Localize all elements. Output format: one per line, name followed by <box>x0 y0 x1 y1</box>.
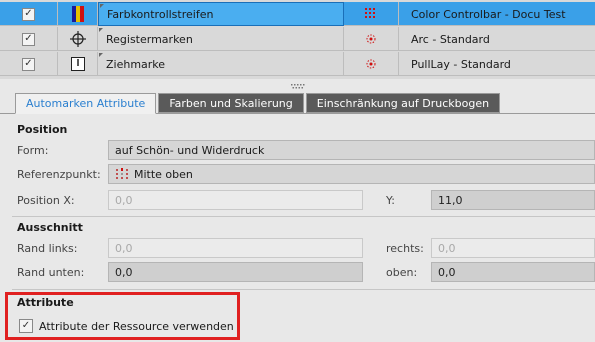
mark-resource: Arc - Standard <box>411 32 490 46</box>
tab-einschraenkung-auf-druckbogen[interactable]: Einschränkung auf Druckbogen <box>305 93 501 113</box>
row-preview-cell <box>344 52 399 76</box>
pull-lay-icon <box>69 55 87 73</box>
row-resource-cell: Arc - Standard <box>399 27 595 51</box>
table-row-ziehmarke[interactable]: ✓ Ziehmarke PullLay - Standard <box>0 52 595 76</box>
mark-name: Ziehmarke <box>106 57 166 71</box>
reference-point-icon <box>116 168 128 179</box>
tab-bar: Automarken Attribute Farben und Skalieru… <box>15 93 502 114</box>
margin-top-input[interactable]: 0,0 <box>431 262 595 282</box>
highlight-box <box>5 292 240 340</box>
margin-top-value: 0,0 <box>438 265 456 279</box>
form-value: auf Schön- und Widerdruck <box>115 143 265 157</box>
row-preview-cell <box>344 2 399 26</box>
form-select[interactable]: auf Schön- und Widerdruck <box>108 140 595 160</box>
red-dot-icon <box>366 34 376 44</box>
margin-left-label: Rand links: <box>17 242 78 255</box>
margin-bottom-input[interactable]: 0,0 <box>108 262 363 282</box>
row-name-cell[interactable]: Registermarken <box>98 27 344 51</box>
margin-right-value: 0,0 <box>438 241 456 255</box>
margin-bottom-label: Rand unten: <box>17 266 85 279</box>
margin-bottom-value: 0,0 <box>115 265 133 279</box>
margin-left-value: 0,0 <box>115 241 133 255</box>
cutout-heading: Ausschnitt <box>17 221 83 234</box>
section-divider <box>12 289 595 290</box>
row-checkbox-cell: ✓ <box>0 52 58 76</box>
red-dot-icon <box>366 59 376 69</box>
reference-point-label: Referenzpunkt: <box>17 168 101 181</box>
row-enabled-checkbox[interactable]: ✓ <box>22 7 35 21</box>
position-y-value: 11,0 <box>438 193 463 207</box>
color-bar-icon <box>69 5 87 23</box>
table-row-registermarken[interactable]: ✓ Registermarken Arc - Standard <box>0 27 595 51</box>
margin-left-input[interactable]: 0,0 <box>108 238 363 258</box>
position-x-input[interactable]: 0,0 <box>108 190 363 210</box>
margin-right-label: rechts: <box>386 242 424 255</box>
mark-resource: Color Controlbar - Docu Test <box>411 7 566 21</box>
mark-name: Farbkontrollstreifen <box>107 7 214 21</box>
tab-automarken-attribute[interactable]: Automarken Attribute <box>15 93 157 114</box>
position-heading: Position <box>17 123 68 136</box>
crosshair-icon <box>69 30 87 48</box>
mark-name: Registermarken <box>106 32 193 46</box>
row-icon-cell <box>58 27 98 51</box>
position-y-input[interactable]: 11,0 <box>431 190 595 210</box>
row-enabled-checkbox[interactable]: ✓ <box>22 32 35 46</box>
row-checkbox-cell: ✓ <box>0 2 58 26</box>
row-icon-cell <box>58 52 98 76</box>
reference-point-value: Mitte oben <box>134 167 193 181</box>
section-divider <box>12 216 595 217</box>
position-x-value: 0,0 <box>115 193 133 207</box>
table-row-farbkontrollstreifen[interactable]: ✓ Farbkontrollstreifen Color Controlbar … <box>0 2 595 26</box>
mark-resource: PullLay - Standard <box>411 57 511 71</box>
grid-dots-icon <box>365 8 375 18</box>
position-x-label: Position X: <box>17 194 75 207</box>
splitter-grip-icon[interactable] <box>290 84 306 90</box>
row-enabled-checkbox[interactable]: ✓ <box>22 57 35 71</box>
row-resource-cell: PullLay - Standard <box>399 52 595 76</box>
row-name-cell[interactable]: Farbkontrollstreifen <box>98 2 344 26</box>
row-preview-cell <box>344 27 399 51</box>
marks-table: ✓ Farbkontrollstreifen Color Controlbar … <box>0 0 595 79</box>
row-icon-cell <box>58 2 98 26</box>
row-resource-cell: Color Controlbar - Docu Test <box>399 2 595 26</box>
tab-farben-und-skalierung[interactable]: Farben und Skalierung <box>158 93 304 113</box>
row-name-cell[interactable]: Ziehmarke <box>98 52 344 76</box>
form-label: Form: <box>17 144 49 157</box>
position-y-label: Y: <box>386 194 395 207</box>
margin-right-input[interactable]: 0,0 <box>431 238 595 258</box>
row-checkbox-cell: ✓ <box>0 27 58 51</box>
reference-point-select[interactable]: Mitte oben <box>108 164 595 184</box>
margin-top-label: oben: <box>386 266 418 279</box>
